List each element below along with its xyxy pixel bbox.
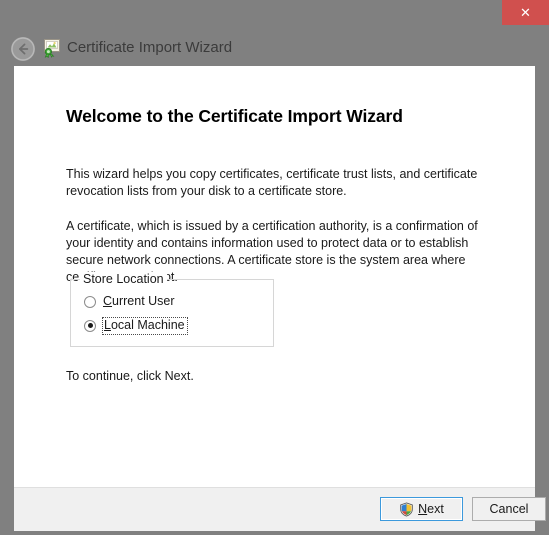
intro-paragraph-1: This wizard helps you copy certificates,… [66,167,478,198]
certificate-import-wizard-window: ✕ Certificate Import Wizard Welcome to t… [0,0,549,535]
radio-local-machine-mark[interactable] [84,319,96,332]
store-location-legend: Store Location [80,272,167,287]
cancel-button[interactable]: Cancel [472,497,546,521]
close-button[interactable]: ✕ [502,0,549,25]
title-bar: ✕ Certificate Import Wizard [0,0,549,66]
next-button[interactable]: Next [380,497,463,521]
back-button[interactable] [11,37,35,61]
close-icon: ✕ [520,5,531,20]
radio-current-user[interactable]: Current User [84,293,175,310]
radio-local-machine-label: Local Machine [102,316,188,335]
certificate-icon [42,38,62,58]
next-button-label: Next [418,502,444,516]
uac-shield-icon [399,501,414,517]
content-panel: Welcome to the Certificate Import Wizard… [14,66,535,487]
dialog-footer: Next Cancel [14,487,546,531]
store-location-groupbox: Store Location Current User Local Machin… [70,272,274,347]
page-title: Welcome to the Certificate Import Wizard [66,106,403,126]
radio-current-user-label: Current User [103,294,175,308]
radio-current-user-mark[interactable] [84,295,96,308]
continue-instruction: To continue, click Next. [66,369,194,383]
window-title: Certificate Import Wizard [67,39,233,56]
back-arrow-icon [11,37,35,61]
radio-local-machine[interactable]: Local Machine [84,316,188,335]
cancel-button-label: Cancel [489,502,529,516]
